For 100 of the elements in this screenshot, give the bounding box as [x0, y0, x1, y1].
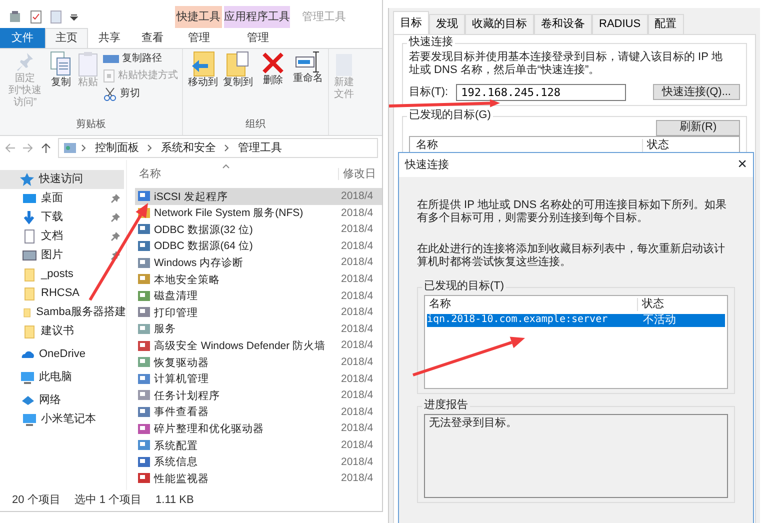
program-icon — [137, 322, 151, 336]
close-button[interactable]: × — [738, 157, 747, 173]
nav-item[interactable]: _posts — [0, 265, 126, 284]
file-row[interactable]: 计算机管理 2018/4 — [135, 370, 382, 388]
ribbon-command[interactable]: 复制到 — [222, 51, 254, 89]
file-row[interactable]: ODBC 数据源(32 位) 2018/4 — [135, 221, 382, 238]
breadcrumb-item[interactable]: 管理工具 — [238, 142, 282, 154]
forward-icon — [22, 142, 34, 154]
ribbon-tab[interactable]: 管理 — [175, 28, 223, 48]
date-text: 2018/4 — [341, 356, 374, 368]
dialog-tab[interactable]: 卷和设备 — [534, 14, 592, 34]
file-row[interactable]: 打印管理 2018/4 — [135, 304, 382, 321]
dialog-tab[interactable]: 目标 — [393, 11, 429, 34]
ribbon-tab[interactable]: 管理 — [225, 28, 291, 48]
file-name: 磁盘清理 — [154, 289, 199, 303]
dialog-tab[interactable]: RADIUS — [592, 14, 648, 34]
file-name: ODBC 数据源(64 位) — [154, 239, 254, 253]
program-icon — [137, 239, 151, 254]
rename-icon — [295, 51, 321, 73]
file-name: 任务计划程序 — [154, 388, 221, 402]
nav-item[interactable]: Samba服务器搭建 — [0, 303, 126, 322]
program-icon — [137, 189, 151, 204]
nav-item[interactable]: 网络 — [0, 391, 126, 410]
folder-icon — [22, 286, 37, 301]
ribbon-command[interactable]: 剪切 — [103, 86, 178, 101]
file-name: 事件查看器 — [154, 405, 210, 419]
program-icon — [137, 471, 151, 486]
nav-item[interactable]: 此电脑 — [0, 368, 126, 387]
ribbon-command[interactable]: 删除 — [257, 51, 289, 87]
file-name: 打印管理 — [154, 306, 199, 320]
file-row[interactable]: ODBC 数据源(64 位) 2018/4 — [135, 238, 382, 254]
file-row[interactable]: iSCSI 发起程序 2018/4 — [135, 188, 382, 205]
up-icon — [40, 142, 52, 154]
ribbon-tab[interactable]: 文件 — [0, 28, 45, 48]
date-text: 2018/4 — [341, 339, 374, 352]
group-label: 剪贴板 — [75, 119, 107, 132]
column-header[interactable]: 名称 — [425, 298, 637, 312]
nav-item[interactable]: 文档 — [0, 227, 126, 246]
ribbon-tab[interactable]: 主页 — [45, 28, 88, 48]
chevron-icon — [81, 144, 87, 152]
copy-icon — [50, 51, 72, 77]
folder-icon — [22, 324, 37, 339]
ribbon-command[interactable]: 复制路径 — [103, 53, 178, 65]
refresh-button[interactable]: 刷新(R) — [656, 120, 740, 136]
program-icon — [137, 438, 151, 452]
scissors-icon — [103, 86, 117, 101]
file-row[interactable]: 系统信息 2018/4 — [135, 454, 382, 470]
nav-item[interactable]: 建议书 — [0, 322, 126, 341]
breadcrumb-item[interactable]: 系统和安全 — [161, 142, 216, 154]
file-row[interactable]: 磁盘清理 2018/4 — [135, 288, 382, 304]
nav-item[interactable]: RHCSA — [0, 284, 126, 303]
ribbon-tab[interactable]: 共享 — [88, 28, 131, 48]
nav-item[interactable]: 图片 — [0, 246, 126, 265]
file-row[interactable]: 任务计划程序 2018/4 — [135, 387, 382, 404]
file-row[interactable]: 服务 2018/4 — [135, 320, 382, 338]
file-row[interactable]: 碎片整理和优化驱动器 2018/4 — [135, 420, 382, 437]
window-title: 管理工具 — [302, 10, 346, 25]
column-header[interactable]: 名称 — [410, 139, 642, 152]
breadcrumb-item[interactable]: 控制面板 — [95, 142, 139, 154]
column-header[interactable]: 名称 — [127, 168, 222, 180]
target-field[interactable]: 192.168.245.128 — [456, 84, 626, 101]
file-row[interactable]: 本地安全策略 2018/4 — [135, 270, 382, 288]
nav-item[interactable]: OneDrive — [0, 345, 126, 364]
address-bar[interactable]: 控制面板 系统和安全 管理工具 — [58, 138, 378, 158]
nav-item[interactable]: 桌面 — [0, 189, 126, 208]
move-to-icon — [190, 51, 216, 77]
file-name: 系统信息 — [154, 455, 199, 468]
nav-item[interactable]: 快速访问 — [0, 170, 124, 189]
file-row[interactable]: 系统配置 2018/4 — [135, 436, 382, 454]
shortcut-icon — [103, 68, 115, 83]
file-name: 性能监视器 — [154, 472, 210, 486]
computer-icon — [20, 370, 35, 385]
quick-connect-button[interactable]: 快速连接(Q)... — [652, 84, 740, 100]
ribbon-command[interactable]: 复制 — [49, 51, 73, 89]
file-row[interactable]: 性能监视器 2018/4 — [135, 470, 382, 487]
file-row[interactable]: 高级安全 Windows Defender 防火墙 2018/4 — [135, 337, 382, 354]
status-text: 20 个项目 — [12, 494, 60, 507]
date-text: 2018/4 — [341, 306, 374, 319]
ribbon-command[interactable]: 移动到 — [187, 51, 219, 89]
status-text: 1.11 KB — [156, 494, 194, 507]
nav-item[interactable]: 下载 — [0, 208, 126, 227]
date-text: 2018/4 — [341, 406, 374, 418]
file-name: 高级安全 Windows Defender 防火墙 — [154, 338, 327, 352]
ribbon-tab[interactable]: 查看 — [131, 28, 174, 48]
copy-to-icon — [225, 51, 251, 77]
field-label: 目标(T): — [409, 86, 448, 99]
nav-item[interactable]: 小米笔记本 — [0, 410, 126, 429]
dialog-tab[interactable]: 收藏的目标 — [465, 14, 534, 34]
file-row[interactable]: 恢复驱动器 2018/4 — [135, 354, 382, 371]
ribbon-command[interactable]: 重命名 — [292, 51, 324, 85]
file-row[interactable]: Windows 内存诊断 2018/4 — [135, 254, 382, 271]
file-row[interactable]: 事件查看器 2018/4 — [135, 404, 382, 420]
date-text: 2018/4 — [341, 456, 374, 468]
column-header[interactable]: 修改日 — [338, 168, 376, 180]
dialog-tab[interactable]: 配置 — [648, 14, 684, 34]
document-icon — [50, 10, 62, 24]
dialog-tab[interactable]: 发现 — [429, 14, 465, 34]
file-name: 服务 — [154, 322, 177, 336]
column-header[interactable]: 状态 — [637, 298, 664, 312]
target-row[interactable]: iqn.2018-10.com.example:server 不活动 — [427, 314, 725, 327]
